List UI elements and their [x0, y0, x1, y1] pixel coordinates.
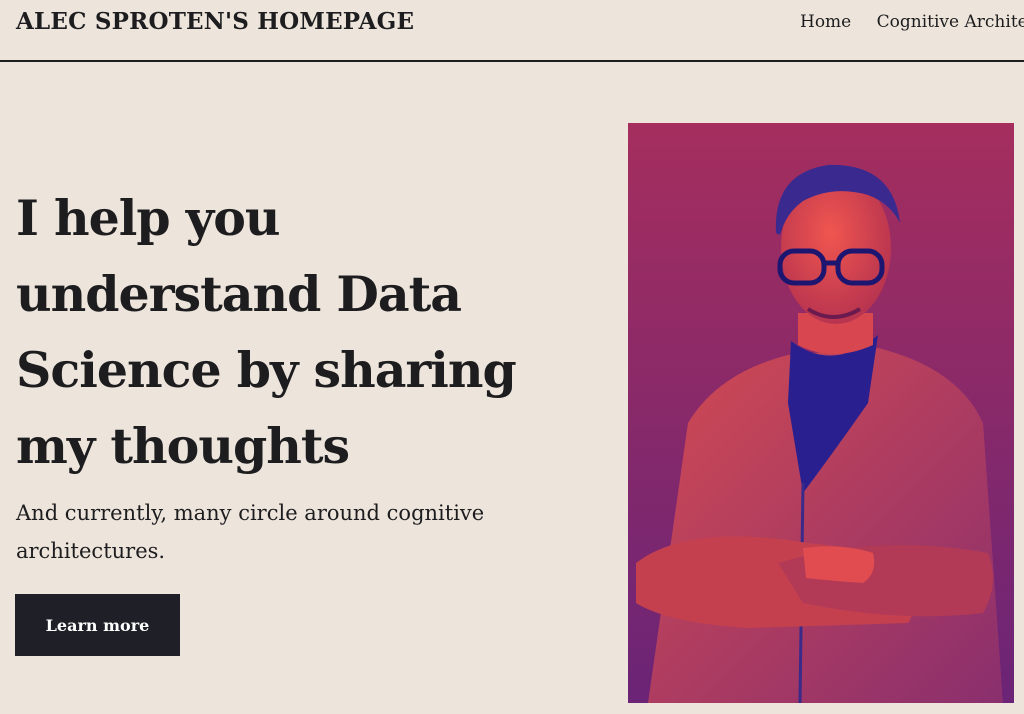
person-portrait-icon: [628, 123, 1014, 703]
nav-item-cognitive-architectures[interactable]: Cognitive Architectures: [877, 12, 1024, 32]
learn-more-button[interactable]: Learn more: [15, 594, 180, 656]
portrait-photo: [628, 123, 1014, 703]
site-title[interactable]: ALEC SPROTEN'S HOMEPAGE: [16, 8, 414, 35]
hero-subheading: And currently, many circle around cognit…: [16, 501, 485, 563]
main-nav: Home Cognitive Architectures: [800, 12, 1024, 32]
hero-heading: I help you understand Data Science by sh…: [16, 189, 517, 475]
nav-item-home[interactable]: Home: [800, 12, 851, 32]
site-header: ALEC SPROTEN'S HOMEPAGE Home Cognitive A…: [0, 0, 1024, 62]
